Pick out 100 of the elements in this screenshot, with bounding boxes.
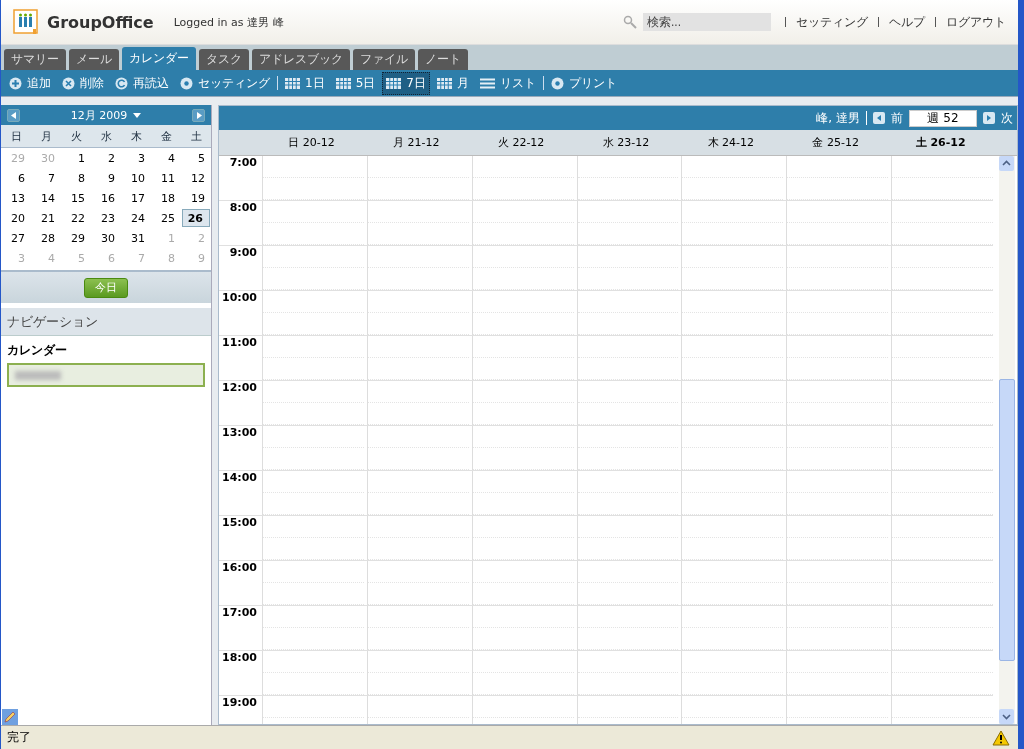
header-link[interactable]: セッティング — [796, 13, 868, 31]
calendar-day[interactable]: 2 — [91, 148, 121, 168]
toolbar-button[interactable]: 再読込 — [111, 71, 173, 95]
weekday-label: 水 — [99, 128, 113, 144]
toolbar-button[interactable]: 月 — [432, 71, 473, 95]
hour-label: 13:00 — [221, 426, 258, 441]
toolbar-button[interactable]: リスト — [475, 71, 540, 95]
day-column-header: 木 24-12 — [706, 135, 756, 150]
settings-icon — [180, 76, 193, 90]
toolbar-button[interactable]: 1日 — [281, 71, 329, 95]
toolbar-button[interactable]: 7日 — [382, 71, 430, 95]
calendar-list-item[interactable] — [7, 363, 205, 387]
hour-label: 7:00 — [228, 156, 258, 171]
grid-icon — [285, 77, 300, 89]
close-icon — [62, 76, 75, 90]
calendar-day[interactable]: 8 — [61, 168, 91, 188]
calendar-day[interactable]: 24 — [121, 208, 151, 228]
calendar-day[interactable]: 26 — [182, 209, 210, 227]
hour-label: 18:00 — [221, 651, 258, 666]
scrollbar-thumb[interactable] — [999, 379, 1015, 661]
header-link[interactable]: ログアウト — [946, 13, 1006, 31]
toolbar-button[interactable]: セッティング — [176, 71, 274, 95]
calendar-day[interactable]: 5 — [181, 148, 211, 168]
module-tab[interactable]: ファイル — [353, 49, 415, 70]
calendar-day[interactable]: 6 — [1, 168, 31, 188]
module-tab[interactable]: タスク — [199, 49, 249, 70]
calendar-day[interactable]: 9 — [91, 168, 121, 188]
hour-label: 17:00 — [221, 606, 258, 621]
day-column-header: 月 21-12 — [392, 135, 441, 150]
owner-name: 峰, 達男 — [816, 109, 860, 127]
weekday-label: 土 — [189, 128, 203, 144]
weekday-label: 日 — [9, 128, 23, 144]
scrollbar[interactable] — [999, 156, 1015, 724]
toolbar-button[interactable]: 追加 — [5, 71, 55, 95]
section-heading: カレンダー — [6, 342, 68, 359]
calendar-day[interactable]: 19 — [181, 188, 211, 208]
calendar-day[interactable]: 29 — [61, 228, 91, 248]
module-tab[interactable]: カレンダー — [122, 47, 196, 70]
plus-icon — [9, 76, 22, 90]
calendar-day[interactable]: 10 — [121, 168, 151, 188]
search-field[interactable]: 検索... — [643, 13, 771, 31]
calendar-day[interactable]: 3 — [121, 148, 151, 168]
grid-icon — [436, 77, 452, 89]
module-tab[interactable]: サマリー — [4, 49, 66, 70]
day-column-header: 土 26-12 — [914, 135, 967, 150]
app-logo: GroupOffice — [47, 12, 154, 32]
caret-icon — [133, 112, 142, 118]
header-link[interactable]: ヘルプ — [889, 13, 925, 31]
calendar-day[interactable]: 4 — [151, 148, 181, 168]
day-column-header: 日 20-12 — [287, 135, 336, 150]
list-icon — [479, 77, 495, 89]
calendar-day[interactable]: 23 — [91, 208, 121, 228]
logo-icon — [13, 9, 39, 35]
toolbar-button[interactable]: 5日 — [331, 71, 380, 95]
right-arrow-icon — [195, 111, 202, 119]
weekday-label: 月 — [39, 128, 53, 144]
calendar-day[interactable]: 31 — [121, 228, 151, 248]
calendar-day[interactable]: 17 — [121, 188, 151, 208]
toolbar-button[interactable]: プリント — [546, 71, 621, 95]
previous-month-button[interactable] — [7, 108, 20, 122]
calendar-day[interactable]: 1 — [61, 148, 91, 168]
calendar-day[interactable]: 30 — [91, 228, 121, 248]
calendar-day[interactable]: 20 — [1, 208, 31, 228]
calendar-day[interactable]: 15 — [61, 188, 91, 208]
day-column-header: 金 25-12 — [811, 135, 860, 150]
login-text: Logged in as 達男 峰 — [173, 14, 284, 30]
calendar-day[interactable]: 11 — [151, 168, 181, 188]
hour-label: 11:00 — [221, 336, 258, 351]
calendar-day[interactable]: 28 — [31, 228, 61, 248]
calendar-day[interactable]: 22 — [61, 208, 91, 228]
pencil-icon — [2, 709, 18, 725]
calendar-day[interactable]: 12 — [181, 168, 211, 188]
search-icon — [623, 15, 637, 29]
calendar-day[interactable]: 14 — [31, 188, 61, 208]
module-tab[interactable]: ノート — [418, 49, 468, 70]
calendar-day[interactable]: 13 — [1, 188, 31, 208]
module-tab[interactable]: アドレスブック — [252, 49, 350, 70]
refresh-icon — [115, 76, 128, 90]
calendar-day[interactable]: 7 — [31, 168, 61, 188]
week-field[interactable]: 週 52 — [909, 109, 977, 127]
calendar-day[interactable]: 16 — [91, 188, 121, 208]
hour-label: 15:00 — [221, 516, 258, 531]
toolbar-button[interactable]: 削除 — [58, 71, 108, 95]
day-column-header: 火 22-12 — [496, 135, 546, 150]
hour-label: 16:00 — [221, 561, 258, 576]
calendar-day[interactable]: 27 — [1, 228, 31, 248]
hour-label: 14:00 — [221, 471, 258, 486]
next-month-button[interactable] — [192, 108, 205, 122]
grid-icon — [386, 77, 402, 89]
hour-label: 10:00 — [221, 291, 258, 306]
previous-week-button[interactable]: 前 — [873, 109, 903, 127]
hour-label: 8:00 — [228, 201, 258, 216]
calendar-day[interactable]: 18 — [151, 188, 181, 208]
calendar-day[interactable]: 21 — [31, 208, 61, 228]
month-picker[interactable]: 12月 2009 — [70, 107, 142, 123]
calendar-day[interactable]: 25 — [151, 208, 181, 228]
next-week-button[interactable]: 次 — [983, 109, 1013, 127]
module-tab[interactable]: メール — [69, 49, 119, 70]
print-icon — [550, 76, 564, 90]
weekday-label: 金 — [159, 128, 173, 144]
